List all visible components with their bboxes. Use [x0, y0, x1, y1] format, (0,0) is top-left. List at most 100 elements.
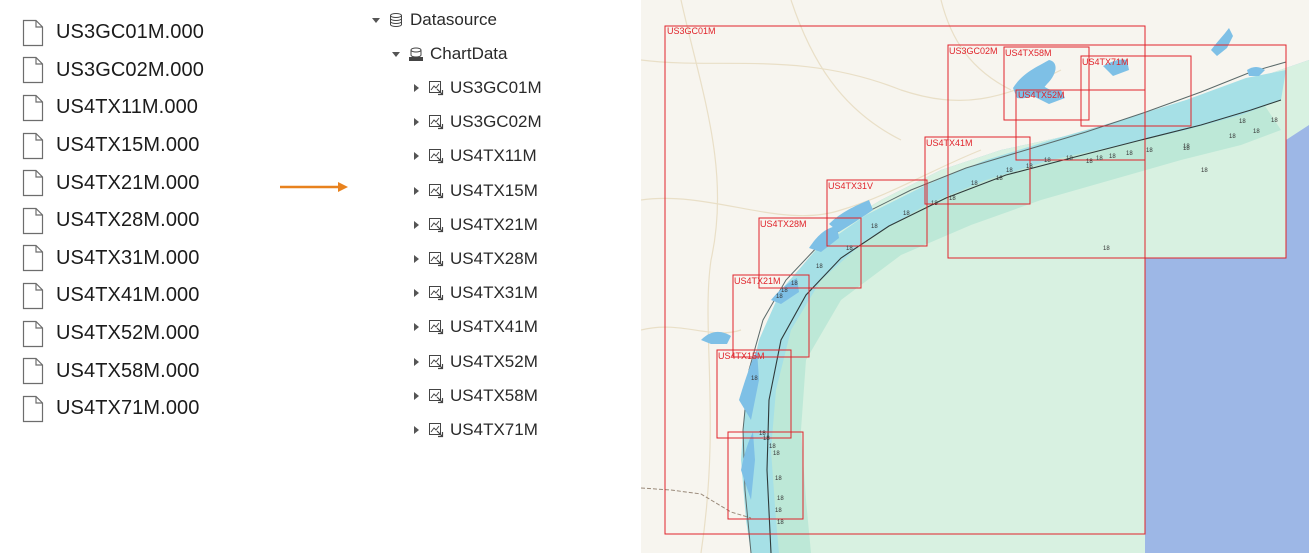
tree-node-chart[interactable]: US4TX52M: [410, 350, 538, 374]
chart-map-view[interactable]: US3GC01M US3GC02M US4TX58M US4TX71M US4T…: [641, 0, 1309, 553]
tree-node-chart[interactable]: US4TX71M: [410, 418, 538, 442]
document-icon: [22, 320, 44, 347]
tree-node-chart[interactable]: US4TX11M: [410, 144, 537, 168]
sounding-label: 18: [773, 451, 780, 457]
tree-node-chart[interactable]: US3GC02M: [410, 110, 542, 134]
file-name: US4TX71M.000: [56, 397, 200, 420]
sounding-label: 18: [777, 520, 784, 526]
tree-node-chart[interactable]: US4TX58M: [410, 384, 538, 408]
tree-node-label: Datasource: [410, 10, 497, 29]
sounding-label: 18: [1201, 168, 1208, 174]
sounding-label: 18: [1096, 156, 1103, 162]
caret-expanded-icon[interactable]: [370, 14, 382, 26]
chart-layer-icon: [429, 149, 444, 164]
file-item[interactable]: US4TX31M.000: [22, 240, 272, 278]
document-icon: [22, 57, 44, 84]
document-icon: [22, 132, 44, 159]
sounding-label: 18: [777, 496, 784, 502]
sounding-label: 18: [1103, 246, 1110, 252]
map-canvas[interactable]: US3GC01M US3GC02M US4TX58M US4TX71M US4T…: [641, 0, 1309, 553]
file-name: US4TX41M.000: [56, 284, 200, 307]
sounding-label: 18: [1253, 129, 1260, 135]
tree-node-label: US4TX41M: [450, 317, 538, 337]
cell-label: US4TX21M: [734, 276, 781, 286]
sounding-label: 18: [763, 436, 770, 442]
caret-collapsed-icon[interactable]: [410, 390, 422, 402]
file-name: US4TX28M.000: [56, 209, 200, 232]
file-item[interactable]: US4TX58M.000: [22, 352, 272, 390]
caret-collapsed-icon[interactable]: [410, 116, 422, 128]
file-item[interactable]: US4TX28M.000: [22, 202, 272, 240]
caret-collapsed-icon[interactable]: [410, 219, 422, 231]
caret-collapsed-icon[interactable]: [410, 82, 422, 94]
file-name: US3GC01M.000: [56, 21, 204, 44]
caret-collapsed-icon[interactable]: [410, 356, 422, 368]
cell-label: US4TX58M: [1005, 48, 1052, 58]
chart-layer-icon: [429, 320, 444, 335]
sounding-label: 18: [1109, 154, 1116, 160]
sounding-label: 18: [1183, 146, 1190, 152]
file-item[interactable]: US4TX71M.000: [22, 390, 272, 428]
tree-node-datasource[interactable]: Datasource: [370, 8, 497, 32]
sounding-label: 18: [776, 294, 783, 300]
file-item[interactable]: US4TX21M.000: [22, 164, 272, 202]
chart-layer-icon: [429, 286, 444, 301]
file-list: US3GC01M.000 US3GC02M.000 US4TX11M.000 US4T…: [22, 14, 272, 428]
tree-node-chartdata[interactable]: ChartData: [390, 42, 507, 66]
database-icon: [390, 13, 402, 27]
tree-node-chart[interactable]: US4TX31M: [410, 281, 538, 305]
tree-node-label: US4TX15M: [450, 180, 538, 200]
caret-expanded-icon[interactable]: [390, 48, 402, 60]
document-icon: [22, 245, 44, 272]
sounding-label: 18: [971, 181, 978, 187]
document-icon: [22, 170, 44, 197]
caret-collapsed-icon[interactable]: [410, 424, 422, 436]
sounding-label: 18: [1146, 148, 1153, 154]
tree-node-label: US4TX58M: [450, 385, 538, 405]
file-name: US4TX58M.000: [56, 359, 200, 382]
caret-collapsed-icon[interactable]: [410, 253, 422, 265]
sounding-label: 18: [1086, 159, 1093, 165]
file-item[interactable]: US4TX11M.000: [22, 89, 272, 127]
tree-node-label: US4TX11M: [450, 146, 537, 166]
file-item[interactable]: US4TX41M.000: [22, 277, 272, 315]
document-icon: [22, 282, 44, 310]
cell-label: US4TX31V: [828, 181, 873, 191]
cell-label: US4TX52M: [1018, 90, 1065, 100]
sounding-label: 18: [775, 508, 782, 514]
file-item[interactable]: US4TX15M.000: [22, 127, 272, 165]
sounding-label: 18: [769, 444, 776, 450]
sounding-label: 18: [1229, 134, 1236, 140]
caret-collapsed-icon[interactable]: [410, 287, 422, 299]
tree-node-chart[interactable]: US4TX21M: [410, 213, 538, 237]
file-name: US4TX15M.000: [56, 134, 200, 157]
chart-layer-icon: [429, 183, 444, 198]
file-item[interactable]: US3GC02M.000: [22, 52, 272, 90]
sounding-label: 18: [903, 211, 910, 217]
cell-label: US4TX71M: [1082, 57, 1129, 67]
sounding-label: 18: [1006, 168, 1013, 174]
cell-label: US4TX15M: [718, 351, 765, 361]
tree-node-chart[interactable]: US3GC01M: [410, 76, 542, 100]
caret-collapsed-icon[interactable]: [410, 321, 422, 333]
sounding-label: 18: [1026, 164, 1033, 170]
file-item[interactable]: US4TX52M.000: [22, 315, 272, 353]
document-icon: [22, 358, 44, 385]
chart-layer-icon: [429, 423, 444, 438]
arrow-icon: [280, 182, 348, 192]
tree-node-chart[interactable]: US4TX28M: [410, 247, 538, 271]
file-name: US4TX52M.000: [56, 322, 200, 345]
tree-node-chart[interactable]: US4TX15M: [410, 179, 538, 203]
sounding-label: 18: [871, 224, 878, 230]
file-item[interactable]: US3GC01M.000: [22, 14, 272, 52]
caret-collapsed-icon[interactable]: [410, 185, 422, 197]
chart-layer-icon: [429, 388, 444, 403]
caret-collapsed-icon[interactable]: [410, 150, 422, 162]
chart-layer-icon: [429, 252, 444, 267]
cell-label: US4TX41M: [926, 138, 973, 148]
tree-node-label: US4TX28M: [450, 249, 538, 268]
tree-node-chart[interactable]: US4TX41M: [410, 315, 538, 339]
document-icon: [22, 19, 44, 46]
sounding-label: 18: [996, 176, 1003, 182]
file-name: US4TX31M.000: [56, 246, 200, 269]
